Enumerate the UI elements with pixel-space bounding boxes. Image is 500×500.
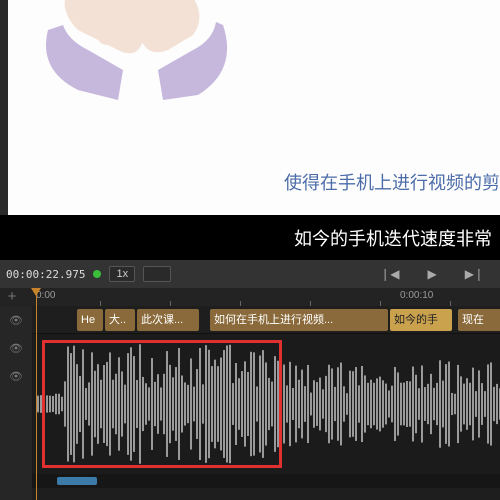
clip[interactable]: He <box>77 309 103 331</box>
video-preview[interactable]: 使得在手机上进行视频的剪 <box>0 0 500 215</box>
tracks-area[interactable]: He大..此次课... 如何在手机上进行视频...如今的手现在 <box>32 306 500 500</box>
prev-button[interactable]: ❘◀ <box>370 267 409 281</box>
clip-track[interactable]: He大..此次课... 如何在手机上进行视频...如今的手现在 <box>32 306 500 334</box>
eye-icon[interactable]: 👁 <box>0 334 32 362</box>
speed-selector[interactable]: 1x <box>109 266 135 282</box>
play-button[interactable]: ▶ <box>417 267 446 281</box>
next-button[interactable]: ▶❘ <box>455 267 494 281</box>
speed-dropdown[interactable] <box>143 266 171 282</box>
timeline-scrollbar-thumb[interactable] <box>57 477 97 485</box>
subtitle-text: 如今的手机迭代速度非常 <box>294 225 492 251</box>
timecode: 00:00:22.975 <box>6 268 85 281</box>
time-ruler[interactable]: + 0:00 0:00:10 <box>0 288 500 306</box>
selection-box[interactable] <box>42 340 282 468</box>
audio-track[interactable] <box>32 334 500 474</box>
playhead[interactable] <box>36 288 37 500</box>
clip[interactable]: 大.. <box>105 309 135 331</box>
clip[interactable]: 此次课... <box>137 309 199 331</box>
track-gutter: 👁 👁 👁 <box>0 306 32 500</box>
clip[interactable]: 如何在手机上进行视频... <box>210 309 388 331</box>
ruler-mark: 0:00:10 <box>400 290 433 301</box>
eye-icon[interactable]: 👁 <box>0 362 32 390</box>
preview-caption: 使得在手机上进行视频的剪 <box>284 169 500 195</box>
add-track-button[interactable]: + <box>4 288 20 304</box>
timeline[interactable]: + 0:00 0:00:10 👁 👁 👁 He大..此次课... 如何在手机上进行… <box>0 288 500 500</box>
subtitle-bar: 如今的手机迭代速度非常 <box>0 215 500 260</box>
eye-icon[interactable]: 👁 <box>0 306 32 334</box>
clip[interactable]: 如今的手 <box>390 309 452 331</box>
preview-illustration <box>8 0 308 200</box>
clip[interactable]: 现在 <box>458 309 500 331</box>
timeline-scrollbar-track[interactable] <box>32 474 500 488</box>
record-indicator-icon <box>93 270 101 278</box>
playback-controls: 00:00:22.975 1x ❘◀ ▶ ▶❘ <box>0 260 500 288</box>
